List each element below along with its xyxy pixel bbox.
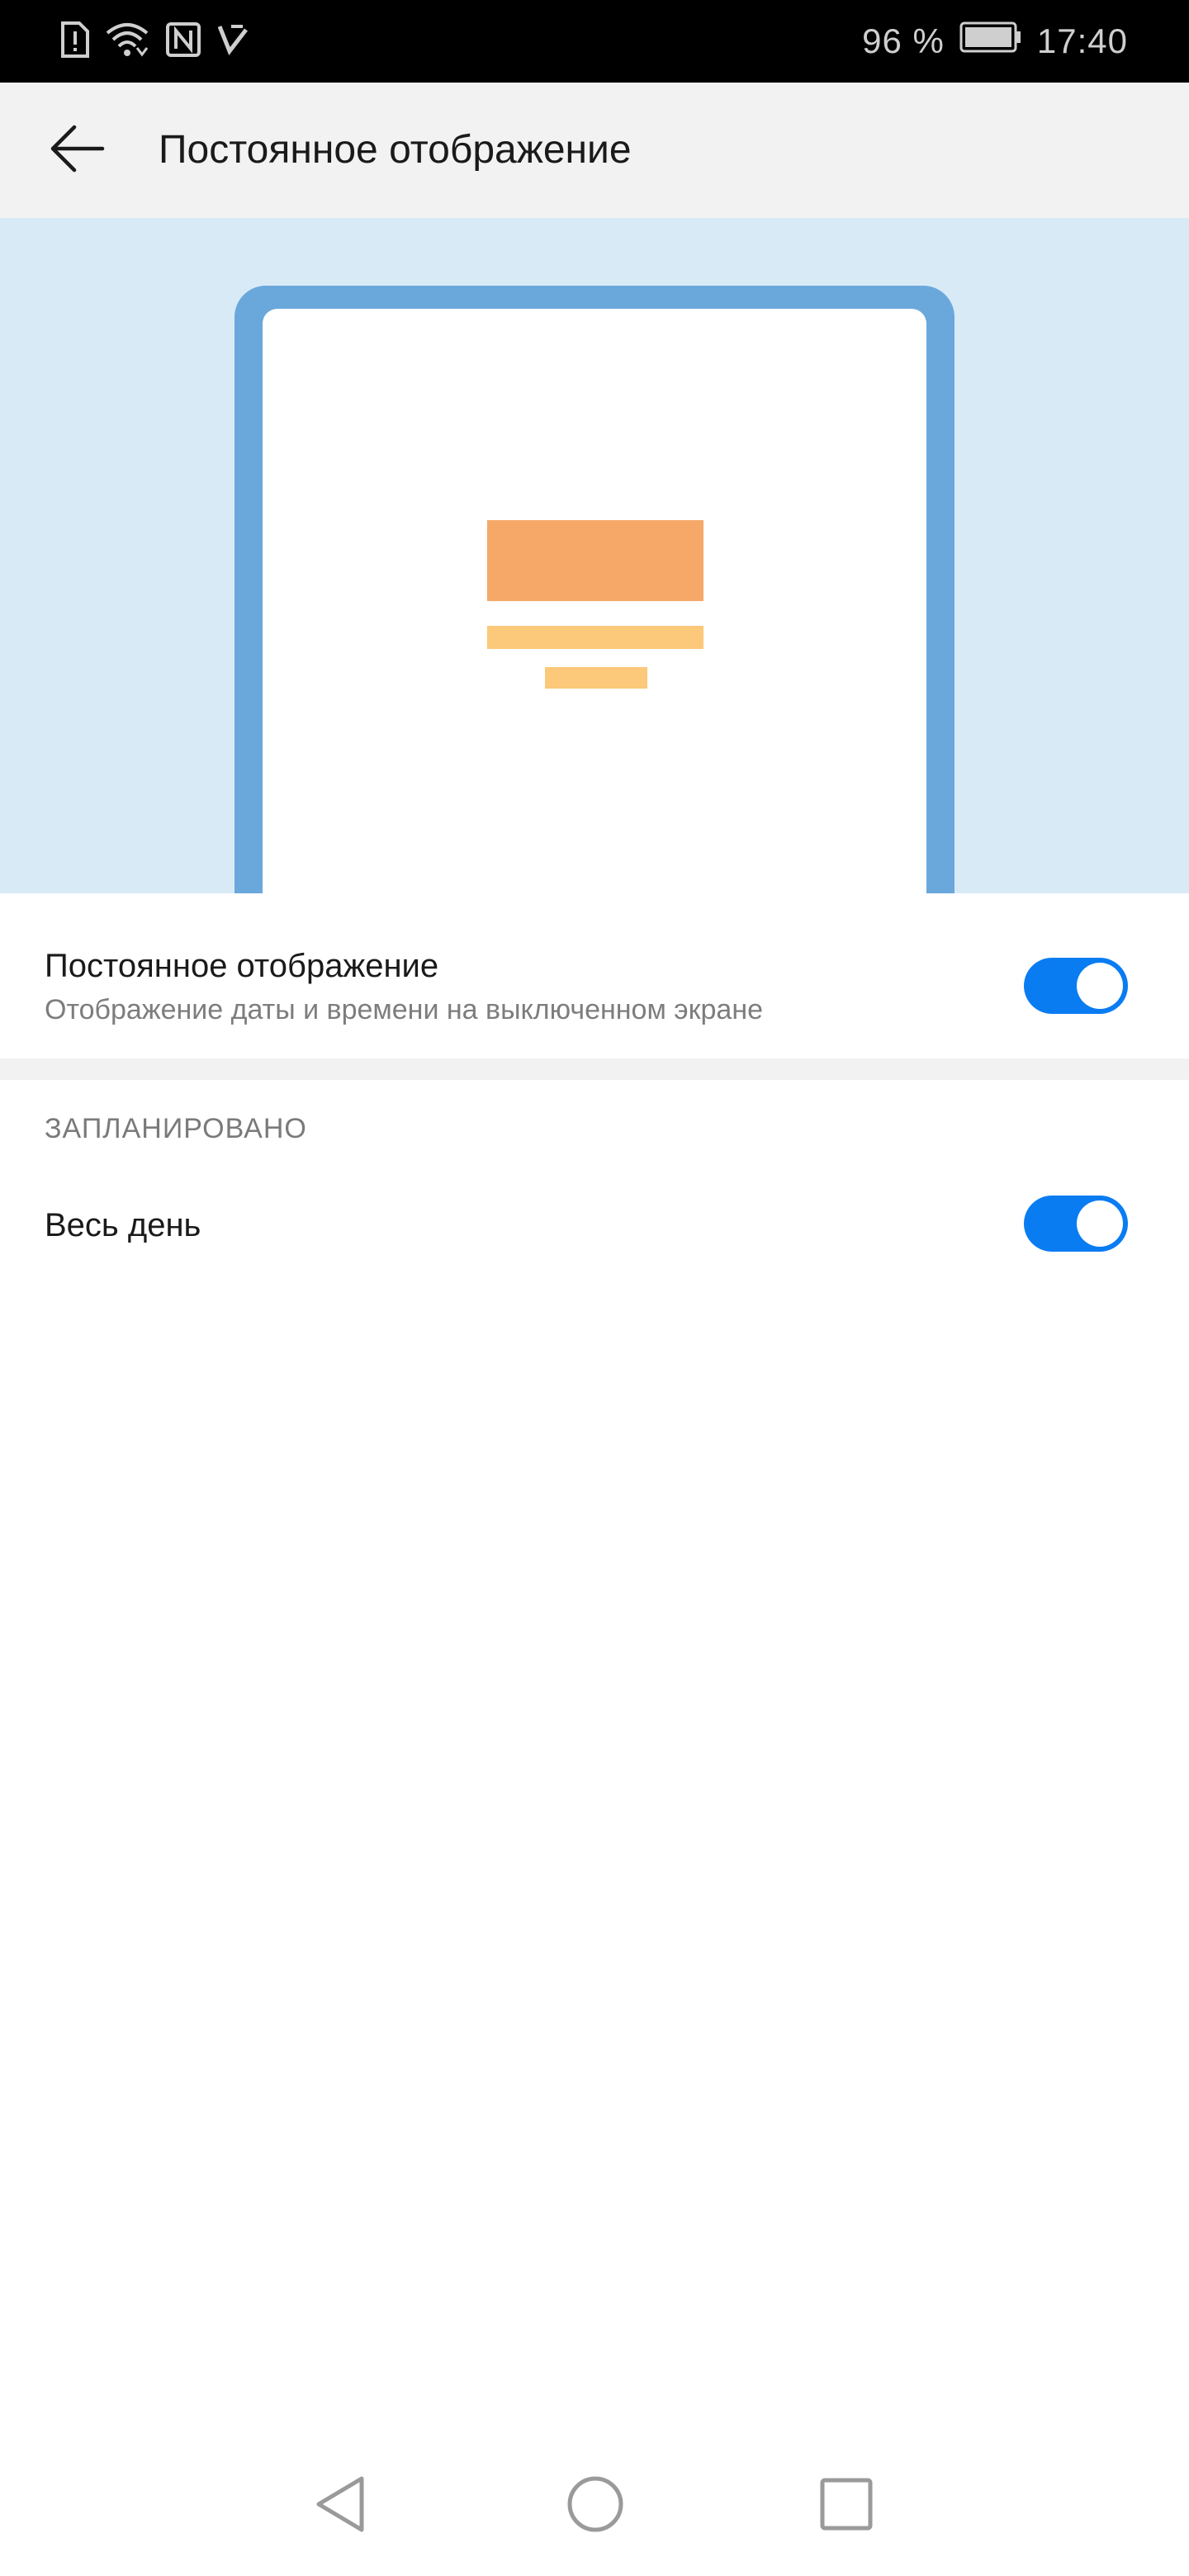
toggle-knob	[1077, 963, 1123, 1009]
all-day-toggle[interactable]	[1024, 1196, 1128, 1252]
always-on-display-title: Постоянное отображение	[45, 948, 439, 984]
phone-screen-illustration	[263, 309, 926, 893]
aod-preview	[0, 218, 1189, 893]
alert-sim-icon	[59, 21, 89, 62]
nav-recents-icon	[819, 2477, 874, 2536]
battery-icon	[959, 21, 1022, 61]
scheduled-section-header: ЗАПЛАНИРОВАНО	[45, 1113, 307, 1144]
status-info-right: 96 % 17:40	[862, 18, 1128, 64]
data-signal-icon	[217, 23, 248, 60]
all-day-title: Весь день	[45, 1207, 201, 1243]
nav-home-icon	[566, 2474, 625, 2538]
always-on-display-toggle[interactable]	[1024, 958, 1128, 1014]
arrow-left-icon	[50, 124, 106, 178]
phone-frame-illustration	[234, 286, 955, 893]
status-bar: 96 % 17:40	[0, 0, 1189, 83]
clock: 17:40	[1036, 21, 1128, 60]
always-on-display-row[interactable]: Постоянное отображение Отображение даты …	[0, 893, 1189, 1058]
toggle-knob	[1077, 1200, 1123, 1247]
all-day-row[interactable]: Весь день	[0, 1172, 1189, 1275]
aod-info-line	[545, 667, 647, 689]
always-on-display-subtitle: Отображение даты и времени на выключенно…	[45, 994, 764, 1025]
battery-percent: 96 %	[862, 21, 945, 60]
status-icons-left	[59, 18, 248, 64]
toolbar: Постоянное отображение	[0, 83, 1189, 218]
back-button[interactable]	[33, 109, 122, 192]
nav-back-icon	[312, 2474, 370, 2539]
nav-back-button[interactable]	[296, 2460, 386, 2551]
section-divider	[0, 1058, 1189, 1080]
aod-clock-block	[487, 520, 703, 601]
aod-date-line	[487, 626, 703, 649]
nav-recents-button[interactable]	[801, 2460, 892, 2551]
navigation-bar	[0, 2444, 1189, 2576]
nav-home-button[interactable]	[550, 2460, 641, 2551]
page-title: Постоянное отображение	[159, 128, 632, 172]
wifi-icon	[106, 21, 149, 62]
nfc-icon	[165, 21, 201, 62]
